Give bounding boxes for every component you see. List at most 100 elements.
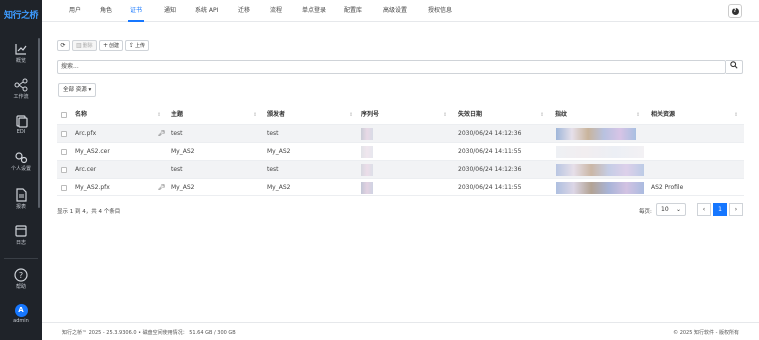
- thumbprint-redacted: [556, 146, 644, 158]
- sidebar-item-label: EDI: [16, 129, 26, 135]
- sort-icon[interactable]: ⇕: [734, 107, 738, 123]
- sidebar-item-workflow[interactable]: 工作流: [0, 78, 42, 100]
- private-key-icon: 🔑︎: [158, 184, 166, 191]
- delete-label: 删除: [82, 43, 93, 49]
- version-disk-usage: 知行之桥™ 2025 - 25.3.9306.0 • 磁盘空间使用情况： 51.…: [62, 330, 236, 336]
- svg-text:?: ?: [19, 271, 23, 280]
- tab-migration[interactable]: 迁移: [238, 0, 250, 22]
- cert-subject: test: [171, 166, 183, 173]
- column-header-issuer[interactable]: 颁发者: [267, 107, 285, 123]
- tab-roles[interactable]: 角色: [100, 0, 112, 22]
- cert-subject: test: [171, 130, 183, 137]
- sort-icon[interactable]: ⇕: [253, 107, 257, 123]
- line-chart-icon: [15, 44, 27, 55]
- cert-expiry: 2030/06/24 14:11:55: [458, 148, 522, 155]
- create-button[interactable]: +创建: [99, 40, 124, 51]
- sort-icon[interactable]: ⇕: [443, 107, 447, 123]
- search-input[interactable]: 搜索...: [57, 60, 726, 74]
- create-label: 创建: [109, 43, 120, 49]
- sort-icon[interactable]: ⇕: [540, 107, 544, 123]
- sidebar-item-label: 报表: [15, 204, 26, 210]
- workflow-icon: [14, 78, 28, 92]
- search-button[interactable]: [726, 60, 743, 74]
- column-header-related-resources[interactable]: 相关资源: [651, 107, 675, 123]
- avatar: A: [14, 304, 28, 317]
- sort-icon[interactable]: ⇕: [349, 107, 353, 123]
- sidebar-item-help[interactable]: ? 帮助: [0, 268, 42, 290]
- user-menu[interactable]: A admin: [0, 304, 42, 324]
- column-header-serial[interactable]: 序列号: [361, 107, 379, 123]
- sidebar-item-settings[interactable]: 个人设置: [0, 150, 42, 172]
- chevron-down-icon: ⌄: [675, 206, 681, 213]
- table-summary: 显示 1 到 4，共 4 个条目: [57, 209, 121, 215]
- thumbprint-redacted: [556, 164, 644, 176]
- prev-page-button[interactable]: ‹: [697, 203, 711, 216]
- select-all-checkbox[interactable]: [61, 112, 67, 118]
- sidebar-item-edi[interactable]: EDI: [0, 114, 42, 135]
- table-row[interactable]: Arc.pfx 🔑︎ test test 2030/06/24 14:12:36: [57, 124, 744, 142]
- sidebar-item-logs[interactable]: 日志: [0, 224, 42, 246]
- cert-name: Arc.cer: [75, 166, 97, 173]
- row-checkbox[interactable]: [61, 131, 67, 137]
- cert-issuer: test: [267, 130, 279, 137]
- row-checkbox[interactable]: [61, 167, 67, 173]
- row-checkbox[interactable]: [61, 149, 67, 155]
- thumbprint-redacted: [556, 128, 636, 140]
- sidebar-item-overview[interactable]: 概览: [0, 42, 42, 64]
- sidebar-item-label: 日志: [15, 240, 26, 246]
- tab-notifications[interactable]: 通知: [164, 0, 176, 22]
- copyright: © 2025 知行软件 - 版权所有: [673, 330, 739, 336]
- page-size-select[interactable]: 10 ⌄: [656, 203, 686, 216]
- cert-issuer: My_AS2: [267, 184, 291, 191]
- help-button[interactable]: ?: [728, 4, 742, 18]
- edi-documents-icon: [16, 115, 28, 128]
- upload-button[interactable]: ⇪上传: [125, 40, 150, 51]
- upload-icon: ⇪: [129, 42, 135, 49]
- tab-system-api[interactable]: 系统 API: [195, 0, 218, 22]
- tab-config-repo[interactable]: 配置库: [344, 0, 362, 22]
- table-row[interactable]: My_AS2.pfx 🔑︎ My_AS2 My_AS2 2030/06/24 1…: [57, 178, 744, 196]
- sort-icon[interactable]: ⇕: [636, 107, 640, 123]
- cert-subject: My_AS2: [171, 184, 195, 191]
- delete-button[interactable]: ▥删除: [72, 40, 97, 51]
- cert-resource: AS2 Profile: [651, 184, 684, 191]
- settings-tab-bar: 用户 角色 证书 通知 系统 API 迁移 流程 单点登录 配置库 高级设置 授…: [42, 0, 759, 22]
- tab-license-info[interactable]: 授权信息: [428, 0, 452, 22]
- tab-advanced-settings[interactable]: 高级设置: [383, 0, 407, 22]
- resource-filter-dropdown[interactable]: 全部 资源 ▾: [58, 83, 97, 97]
- column-header-thumbprint[interactable]: 指纹: [555, 107, 567, 123]
- sort-icon[interactable]: ⇕: [157, 107, 161, 123]
- page-1-button[interactable]: 1: [713, 203, 727, 216]
- brand-logo[interactable]: 知行之桥: [0, 8, 42, 21]
- help-icon: ?: [731, 8, 739, 15]
- sidebar-item-reports[interactable]: 报表: [0, 188, 42, 210]
- refresh-button[interactable]: ⟳: [57, 40, 70, 51]
- upload-label: 上传: [135, 43, 146, 49]
- next-page-button[interactable]: ›: [729, 203, 743, 216]
- column-header-expiry[interactable]: 失效日期: [458, 107, 482, 123]
- table-row[interactable]: Arc.cer test test 2030/06/24 14:12:36: [57, 160, 744, 178]
- cert-name: Arc.pfx: [75, 130, 97, 137]
- cert-expiry: 2030/06/24 14:12:36: [458, 166, 522, 173]
- sidebar: 知行之桥 概览 工作流 EDI 个人设置 报表 日志 ? 帮助 A admin: [0, 0, 42, 340]
- refresh-icon: ⟳: [60, 42, 66, 49]
- sidebar-item-label: 个人设置: [10, 166, 31, 172]
- column-header-name[interactable]: 名称: [75, 107, 87, 123]
- search-icon: [730, 61, 738, 69]
- sidebar-scrollbar[interactable]: [38, 38, 40, 208]
- cert-issuer: My_AS2: [267, 148, 291, 155]
- serial-redacted: [361, 146, 373, 158]
- column-header-subject[interactable]: 主题: [171, 107, 183, 123]
- sidebar-item-label: 帮助: [15, 284, 26, 290]
- tab-certificates[interactable]: 证书: [127, 0, 145, 22]
- help-icon: ?: [14, 268, 28, 282]
- page-size-value: 10: [661, 206, 669, 213]
- gear-icon: [15, 152, 28, 164]
- tab-sso[interactable]: 单点登录: [302, 0, 326, 22]
- table-row[interactable]: My_AS2.cer My_AS2 My_AS2 2030/06/24 14:1…: [57, 142, 744, 160]
- tab-users[interactable]: 用户: [69, 0, 81, 22]
- row-checkbox[interactable]: [61, 185, 67, 191]
- thumbprint-redacted: [556, 182, 644, 194]
- tab-flows[interactable]: 流程: [270, 0, 282, 22]
- private-key-icon: 🔑︎: [158, 130, 166, 137]
